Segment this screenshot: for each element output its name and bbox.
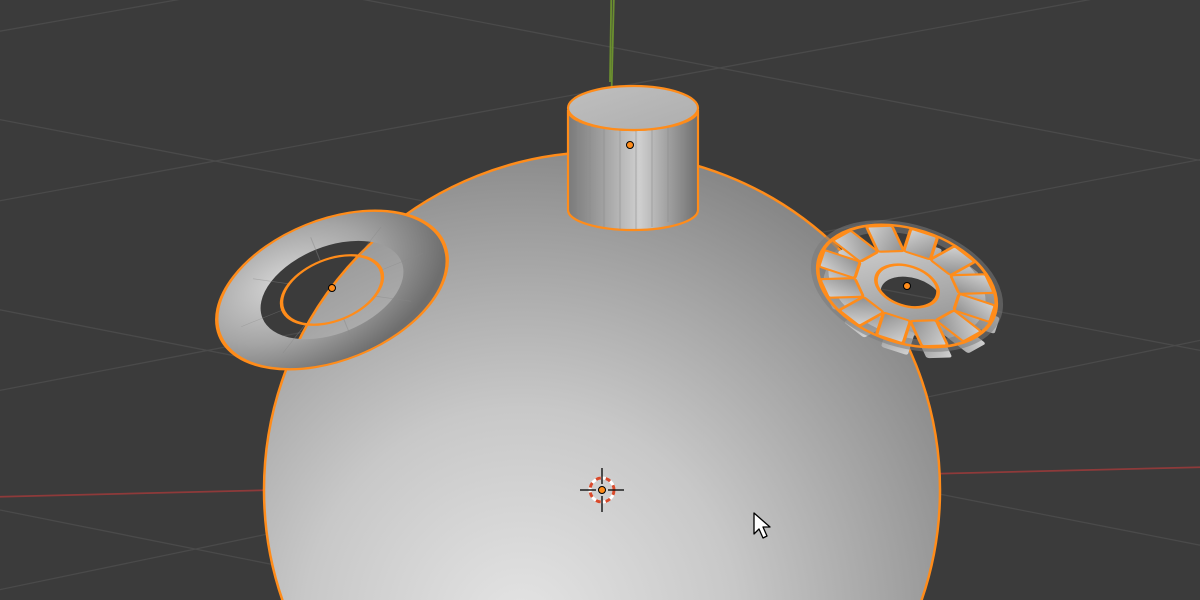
object-cylinder[interactable] [568, 86, 698, 230]
viewport-3d[interactable] [0, 0, 1200, 600]
